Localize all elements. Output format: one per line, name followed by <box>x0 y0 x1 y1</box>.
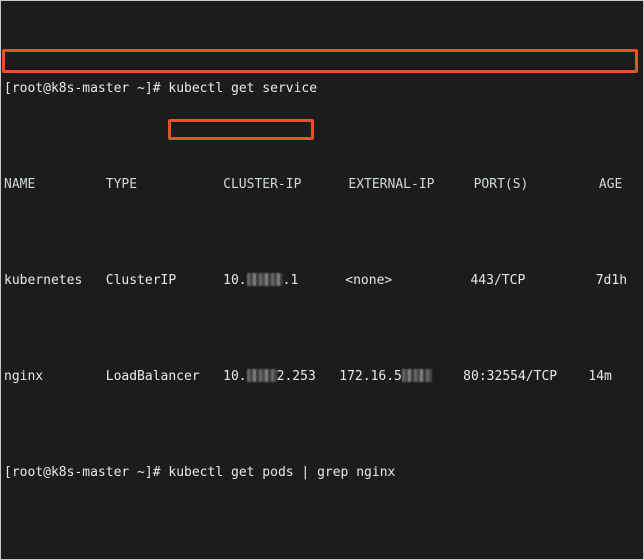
terminal-line-command: [root@k8s-master ~]# kubectl get service <box>4 79 643 98</box>
service-row-nginx-cluster-ip-tail: 2.253 <box>276 368 316 384</box>
service-row-kubernetes-mid: .1 <box>282 272 299 288</box>
service-row-nginx: nginx LoadBalancer 10. 2.253 172.16.5 80:… <box>4 367 643 386</box>
shell-prompt: [root@k8s-master ~]# <box>4 464 169 480</box>
service-row-nginx-post: 80:32554/TCP 14m <box>431 368 612 384</box>
service-header-text: NAME TYPE CLUSTER-IP EXTERNAL-IP PORT(S)… <box>4 176 623 192</box>
service-row-kubernetes-pre: kubernetes ClusterIP 10. <box>4 272 247 288</box>
service-table-header: NAME TYPE CLUSTER-IP EXTERNAL-IP PORT(S)… <box>4 175 643 194</box>
terminal-line-command: [root@k8s-master ~]# kubectl get pods | … <box>4 463 643 482</box>
redaction-block-cluster-ip-nginx <box>246 368 277 382</box>
shell-prompt: [root@k8s-master ~]# <box>4 80 169 96</box>
service-row-nginx-external-ip-head: 172.16.5 <box>315 368 402 384</box>
service-row-kubernetes: kubernetes ClusterIP 10. .1 <none> 443/TC… <box>4 271 643 290</box>
terminal-window[interactable]: [root@k8s-master ~]# kubectl get service… <box>0 0 644 560</box>
service-row-kubernetes-post: <none> 443/TCP 7d1h <box>298 272 628 288</box>
redaction-block-external-ip-nginx <box>401 368 432 382</box>
command-text: kubectl get service <box>168 80 318 96</box>
redaction-block-cluster-ip-kubernetes <box>246 272 283 286</box>
terminal-output: [root@k8s-master ~]# kubectl get service… <box>4 2 643 559</box>
command-text: kubectl get pods | grep nginx <box>168 464 396 480</box>
service-row-nginx-pre: nginx LoadBalancer 10. <box>4 368 247 384</box>
